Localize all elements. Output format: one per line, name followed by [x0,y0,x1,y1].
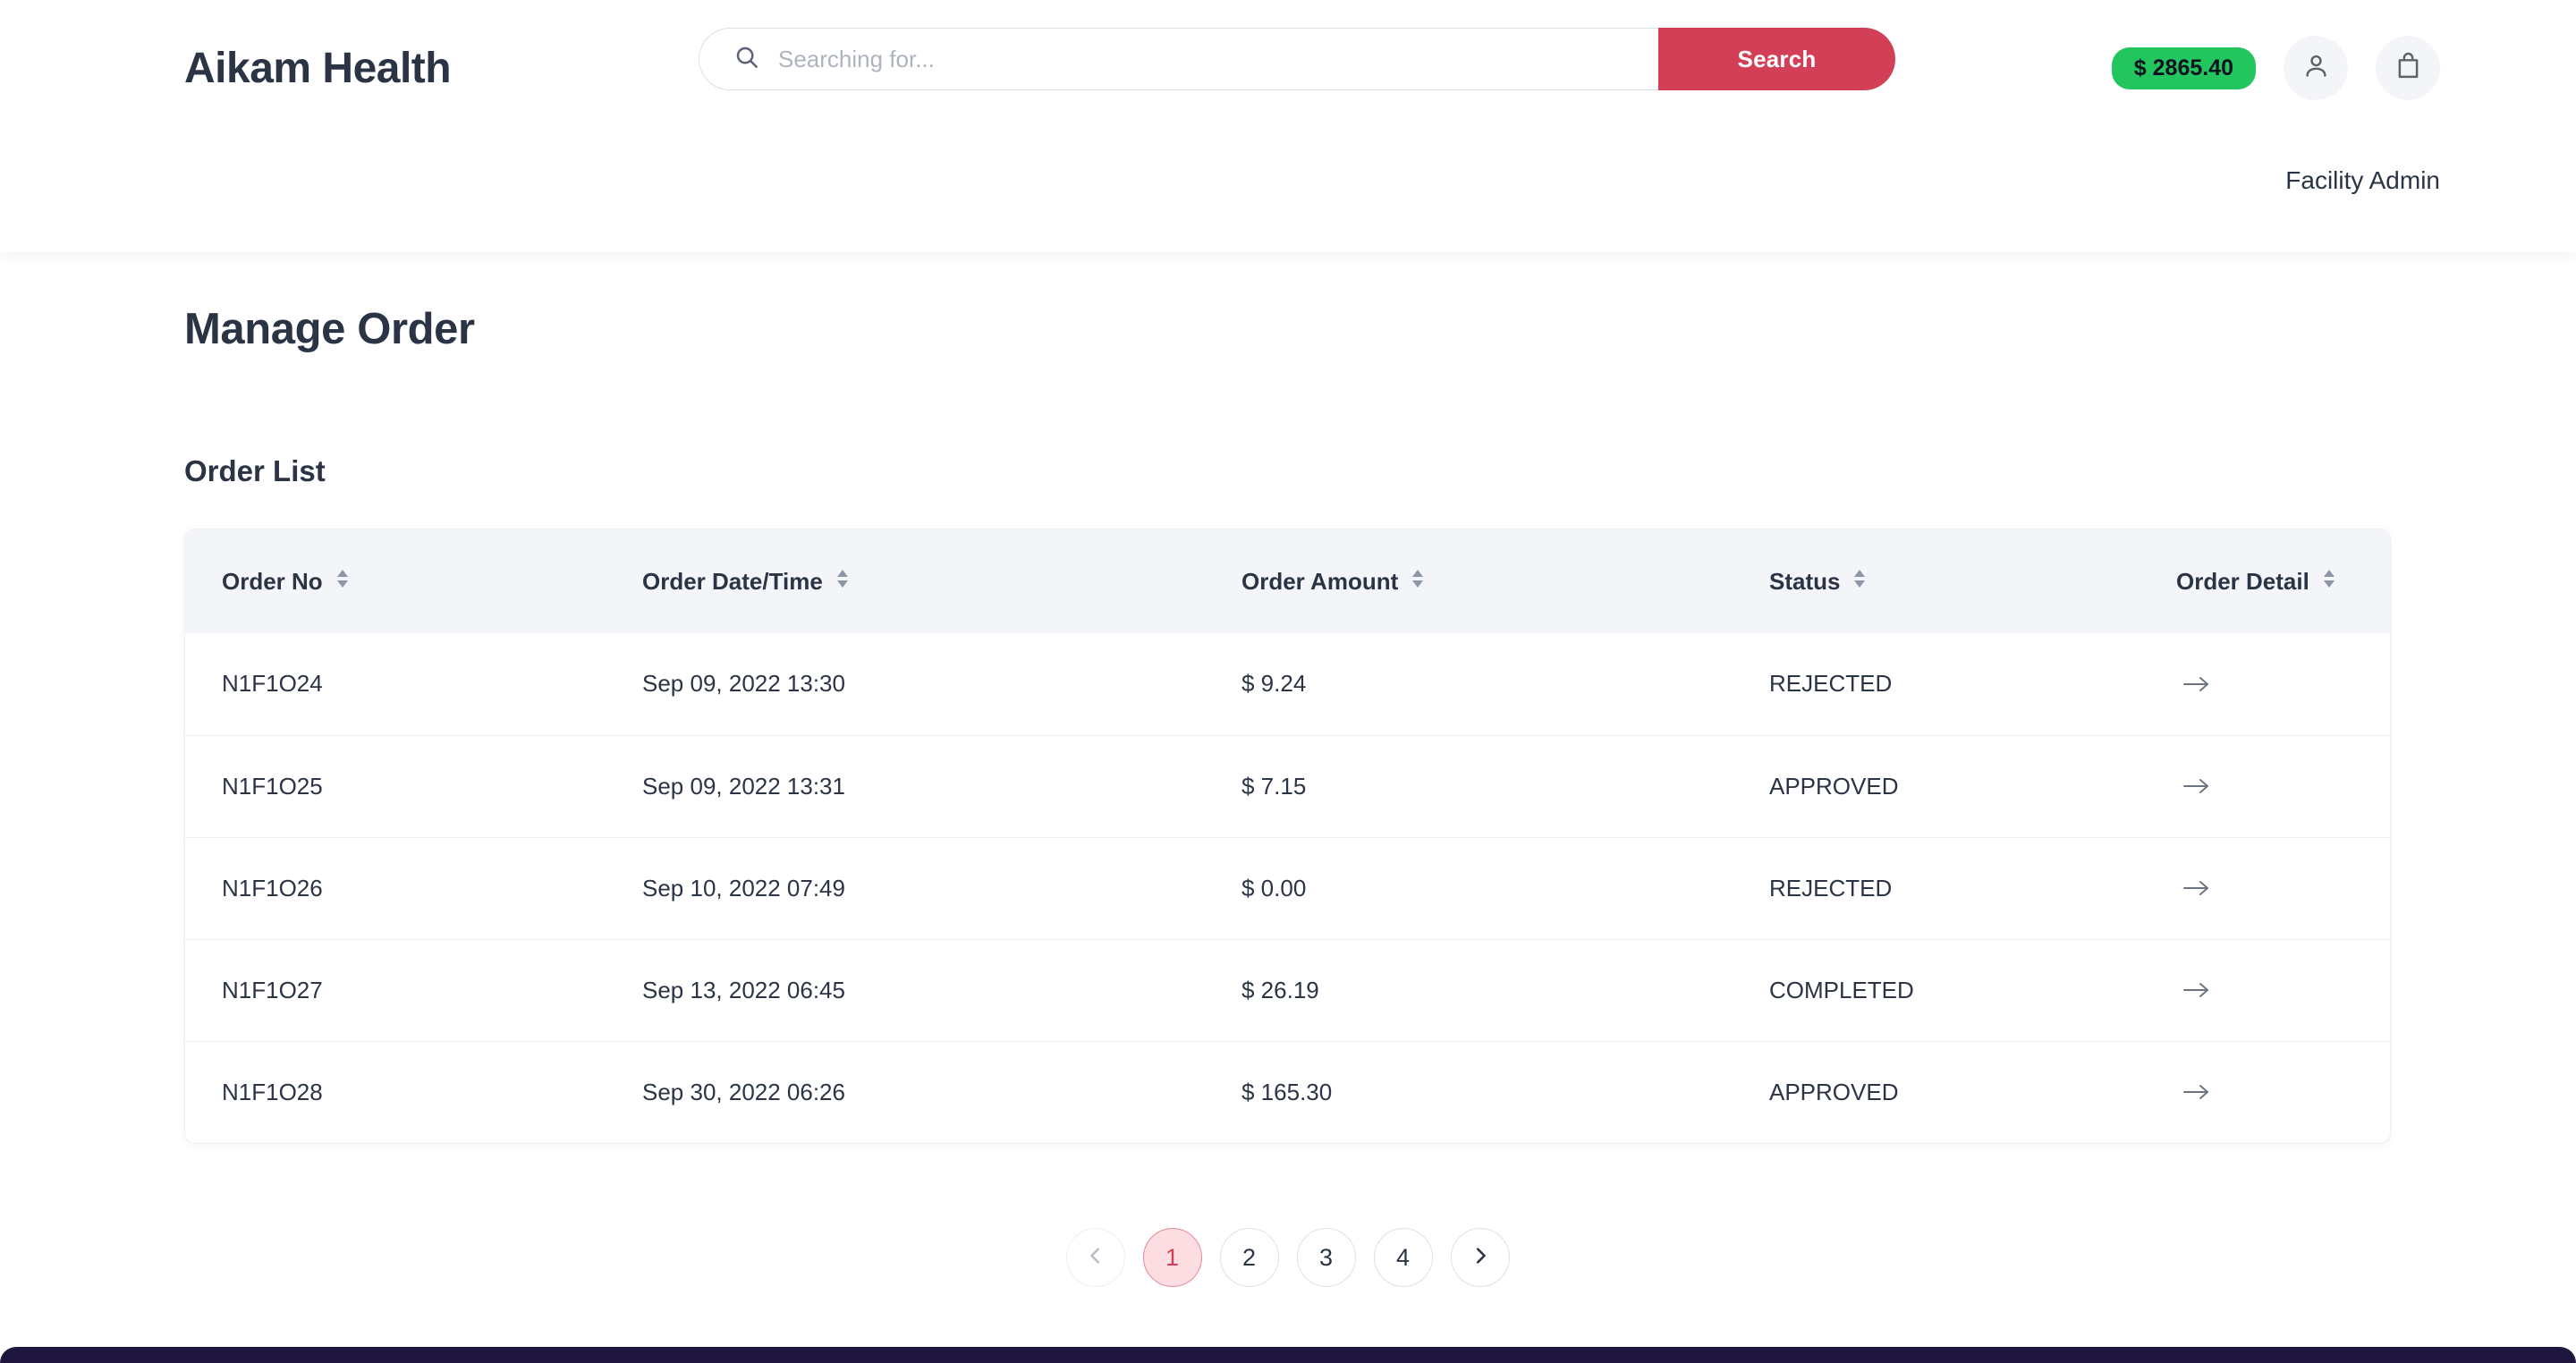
cell-order-no: N1F1O28 [185,1040,606,1143]
pagination-page-1[interactable]: 1 [1142,1228,1202,1287]
table-row[interactable]: N1F1O25 Sep 09, 2022 13:31 $ 7.15 APPROV… [185,734,2390,837]
pagination-page-4[interactable]: 4 [1373,1228,1433,1287]
chevron-left-icon [1086,1244,1106,1272]
cell-order-detail [2140,1040,2390,1143]
cell-status: COMPLETED [1733,938,2140,1041]
table-row[interactable]: N1F1O27 Sep 13, 2022 06:45 $ 26.19 COMPL… [185,938,2390,1041]
user-role-label[interactable]: Facility Admin [2285,166,2440,195]
order-detail-button[interactable] [2176,1071,2217,1113]
column-label: Order No [222,567,323,595]
search-button[interactable]: Search [1658,28,1895,90]
order-detail-button[interactable] [2176,969,2217,1011]
sort-icon[interactable] [1411,567,1425,597]
column-label: Status [1769,567,1841,595]
cell-order-detail [2140,633,2390,735]
cell-order-detail [2140,734,2390,837]
cell-order-no: N1F1O25 [185,734,606,837]
cell-order-amount: $ 0.00 [1205,836,1733,939]
column-header-order-datetime[interactable]: Order Date/Time [606,529,1205,633]
cell-order-no: N1F1O26 [185,836,606,939]
header-secondary-row: Facility Admin [0,136,2576,252]
cell-order-datetime: Sep 30, 2022 06:26 [606,1040,1205,1143]
cell-order-amount: $ 26.19 [1205,938,1733,1041]
cell-order-datetime: Sep 10, 2022 07:49 [606,836,1205,939]
sort-icon[interactable] [1852,567,1867,597]
column-header-order-amount[interactable]: Order Amount [1205,529,1733,633]
header-actions: $ 2865.40 [2111,36,2440,100]
table-header-row: Order No Order Date/Time Order Amount St… [185,529,2390,633]
cell-status: REJECTED [1769,670,1893,698]
balance-badge[interactable]: $ 2865.40 [2111,47,2256,89]
order-detail-button[interactable] [2176,766,2217,807]
cell-order-amount: $ 9.24 [1241,670,1307,698]
brand-logo[interactable]: Aikam Health [184,44,452,93]
cell-order-amount: $ 7.15 [1205,734,1733,837]
header-primary-row: Aikam Health Search $ 2865.40 [0,0,2576,136]
order-table: Order No Order Date/Time Order Amount St… [185,529,2390,1143]
column-header-status[interactable]: Status [1733,529,2140,633]
table-row[interactable]: N1F1O24 Sep 09, 2022 13:30 $ 9.24 REJECT… [185,633,2390,735]
order-table-head: Order No Order Date/Time Order Amount St… [185,529,2390,633]
search-group: Search [699,28,1895,90]
pagination-prev-button[interactable] [1065,1228,1125,1287]
cell-order-datetime: Sep 09, 2022 13:31 [606,734,1205,837]
cell-order-amount: $ 165.30 [1205,1040,1733,1143]
order-table-card: Order No Order Date/Time Order Amount St… [184,529,2391,1144]
cell-status: REJECTED [1733,836,2140,939]
table-row[interactable]: N1F1O28 Sep 30, 2022 06:26 $ 165.30 APPR… [185,1040,2390,1143]
column-header-order-detail[interactable]: Order Detail [2140,529,2390,633]
column-label: Order Date/Time [642,567,823,595]
section-title: Order List [184,454,326,487]
shopping-bag-icon [2394,51,2423,85]
column-label: Order Amount [1241,567,1399,595]
page-title: Manage Order [184,305,475,353]
main-content: Manage Order Order List Order No Order D… [0,304,2576,1287]
search-icon [733,44,760,75]
sort-icon[interactable] [835,567,850,597]
order-table-body: N1F1O24 Sep 09, 2022 13:30 $ 9.24 REJECT… [185,633,2390,1143]
cell-order-datetime: Sep 09, 2022 13:30 [642,670,845,698]
footer-band [0,1347,2576,1363]
cell-order-detail [2140,938,2390,1041]
search-input[interactable] [778,29,1658,89]
order-detail-button[interactable] [2176,664,2217,705]
cell-order-detail [2140,836,2390,939]
pagination: 1 2 3 4 [184,1228,2391,1287]
cell-order-no: N1F1O27 [185,938,606,1041]
cell-status: APPROVED [1733,1040,2140,1143]
pagination-page-3[interactable]: 3 [1296,1228,1356,1287]
chevron-right-icon [1470,1244,1490,1272]
account-button[interactable] [2284,36,2348,100]
person-icon [2301,51,2331,85]
order-detail-button[interactable] [2176,868,2217,909]
cell-status: APPROVED [1733,734,2140,837]
column-header-order-no[interactable]: Order No [185,529,606,633]
cell-order-no: N1F1O24 [222,670,323,698]
sort-icon[interactable] [335,567,350,597]
app-header: Aikam Health Search $ 2865.40 [0,0,2576,252]
table-row[interactable]: N1F1O26 Sep 10, 2022 07:49 $ 0.00 REJECT… [185,836,2390,939]
cell-order-datetime: Sep 13, 2022 06:45 [606,938,1205,1041]
cart-button[interactable] [2376,36,2440,100]
search-field[interactable] [699,28,1658,90]
column-label: Order Detail [2176,567,2309,595]
pagination-next-button[interactable] [1450,1228,1510,1287]
pagination-page-2[interactable]: 2 [1219,1228,1279,1287]
sort-icon[interactable] [2322,567,2336,597]
